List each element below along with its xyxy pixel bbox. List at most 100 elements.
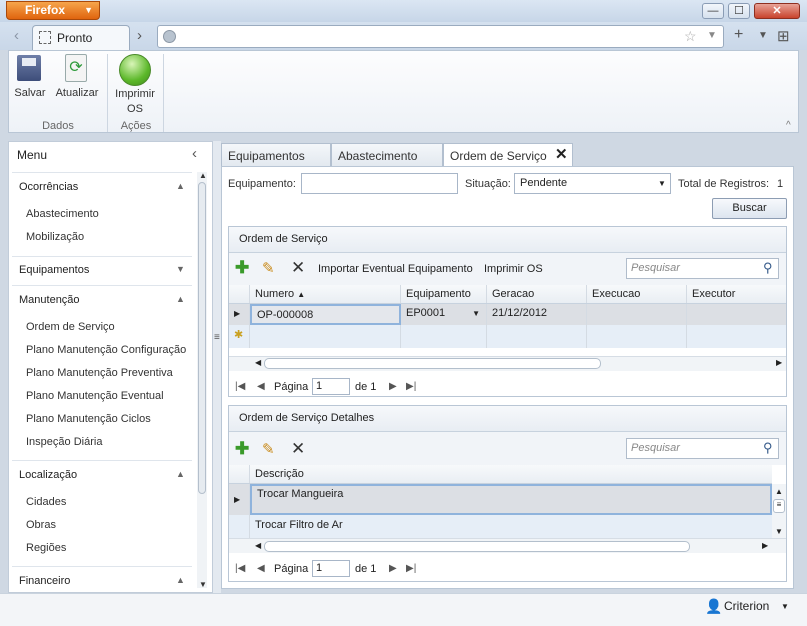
new-row-cell[interactable] (487, 325, 587, 348)
sidebar-item-plano-ciclos[interactable]: Plano Manutenção Ciclos (26, 413, 151, 425)
sidebar-item-mobilizacao[interactable]: Mobilização (26, 231, 84, 243)
next-page-icon[interactable]: ▶ (389, 381, 397, 392)
cell-descricao[interactable]: Trocar Mangueira (250, 484, 772, 515)
cell-equipamento[interactable]: EP0001 ▼ (401, 304, 487, 325)
user-name[interactable]: Criterion (724, 599, 769, 613)
table-row[interactable]: ▶ Trocar Mangueira (229, 484, 772, 515)
cell-executor[interactable] (687, 304, 786, 325)
chevron-up-icon[interactable]: ▲ (176, 181, 185, 191)
tab-abastecimento[interactable]: Abastecimento (331, 143, 443, 167)
situacao-select[interactable]: Pendente (514, 173, 671, 194)
sidebar-scroll-thumb[interactable] (198, 182, 206, 494)
new-row-cell[interactable] (687, 325, 786, 348)
sidebar-section-ocorrencias[interactable]: Ocorrências (19, 181, 78, 193)
scroll-down-icon[interactable]: ▼ (199, 580, 207, 589)
sidebar-item-obras[interactable]: Obras (26, 519, 56, 531)
minimize-button[interactable]: — (702, 3, 724, 19)
sidebar-section-localizacao[interactable]: Localização (19, 469, 77, 481)
os-hscroll-thumb[interactable] (264, 358, 601, 369)
search-icon[interactable]: ⚲ (763, 260, 773, 276)
page-input[interactable]: 1 (312, 378, 350, 395)
tab-equipamentos[interactable]: Equipamentos (221, 143, 331, 167)
new-row-cell[interactable] (401, 325, 487, 348)
prev-page-icon[interactable]: ◀ (257, 563, 265, 574)
col-descricao[interactable]: Descrição (250, 465, 772, 483)
detail-hscroll-thumb[interactable] (264, 541, 690, 552)
bookmark-star-icon[interactable]: ☆ (684, 28, 697, 45)
col-numero[interactable]: Numero ▲ (250, 285, 401, 303)
cell-geracao[interactable]: 21/12/2012 (487, 304, 587, 325)
print-os-toolbar-button[interactable]: Imprimir OS (484, 263, 543, 275)
page-input[interactable]: 1 (312, 560, 350, 577)
print-orb-icon[interactable] (119, 54, 151, 86)
tab-scroll-arrow-icon[interactable]: › (137, 27, 142, 44)
new-tab-plus-icon[interactable]: + (734, 26, 743, 44)
col-executor[interactable]: Executor (687, 285, 786, 303)
new-row-cell[interactable] (250, 325, 401, 348)
search-icon[interactable]: ⚲ (763, 440, 773, 456)
delete-icon[interactable]: ✕ (291, 258, 305, 278)
scroll-up-icon[interactable]: ▲ (199, 171, 207, 180)
add-icon[interactable]: ✚ (235, 258, 249, 278)
tab-ordem-servico[interactable]: Ordem de Serviço (443, 143, 573, 168)
scroll-left-icon[interactable]: ◀ (255, 358, 261, 367)
last-page-icon[interactable]: ▶| (406, 381, 416, 392)
sidebar-item-regioes[interactable]: Regiões (26, 542, 66, 554)
buscar-button[interactable]: Buscar (712, 198, 787, 219)
cell-execucao[interactable] (587, 304, 687, 325)
sidebar-section-financeiro[interactable]: Financeiro (19, 575, 70, 587)
refresh-button[interactable]: Atualizar (54, 87, 100, 99)
import-eventual-button[interactable]: Importar Eventual Equipamento (318, 263, 473, 275)
scroll-down-icon[interactable]: ▼ (775, 527, 783, 536)
first-page-icon[interactable]: |◀ (235, 563, 245, 574)
chevron-down-icon[interactable]: ▼ (472, 309, 480, 318)
close-window-button[interactable]: ✕ (754, 3, 800, 19)
back-arrow-icon[interactable]: ‹ (14, 27, 19, 44)
col-geracao[interactable]: Geracao (487, 285, 587, 303)
panel-splitter[interactable] (213, 141, 221, 593)
add-icon[interactable]: ✚ (235, 439, 249, 459)
detail-vscroll-thumb[interactable]: ≡ (773, 499, 785, 513)
sidebar-item-ordem-servico[interactable]: Ordem de Serviço (26, 321, 115, 333)
cell-descricao[interactable]: Trocar Filtro de Ar (250, 515, 772, 538)
sidebar-section-manutencao[interactable]: Manutenção (19, 294, 80, 306)
first-page-icon[interactable]: |◀ (235, 381, 245, 392)
print-os-button[interactable]: Imprimir OS (111, 87, 159, 117)
sidebar-section-equipamentos[interactable]: Equipamentos (19, 264, 89, 276)
firefox-menu-button[interactable]: Firefox ▼ (6, 1, 100, 20)
edit-pencil-icon[interactable]: ✎ (262, 259, 275, 277)
chevron-down-icon[interactable]: ▼ (176, 264, 185, 274)
chevron-up-icon[interactable]: ▲ (176, 575, 185, 585)
scroll-left-icon[interactable]: ◀ (255, 541, 261, 550)
tab-groups-icon[interactable]: ⊞ (777, 27, 790, 45)
save-button[interactable]: Salvar (12, 87, 48, 99)
table-row[interactable]: Trocar Filtro de Ar (229, 515, 772, 538)
chevron-up-icon[interactable]: ▲ (176, 294, 185, 304)
sidebar-item-plano-preventiva[interactable]: Plano Manutenção Preventiva (26, 367, 173, 379)
col-execucao[interactable]: Execucao (587, 285, 687, 303)
splitter-grip-icon[interactable]: ≡ (214, 332, 220, 343)
sidebar-item-plano-eventual[interactable]: Plano Manutenção Eventual (26, 390, 164, 402)
sidebar-item-plano-configuracao[interactable]: Plano Manutenção Configuração (26, 344, 186, 356)
close-tab-icon[interactable]: ✕ (555, 145, 568, 163)
sidebar-collapse-icon[interactable]: ‹ (192, 145, 197, 162)
cell-numero[interactable]: OP-000008 (250, 304, 401, 325)
url-dropdown-icon[interactable]: ▼ (707, 30, 717, 41)
next-page-icon[interactable]: ▶ (389, 563, 397, 574)
ribbon-collapse-icon[interactable]: ^ (786, 120, 791, 131)
col-equipamento[interactable]: Equipamento (401, 285, 487, 303)
maximize-button[interactable]: ☐ (728, 3, 750, 19)
chevron-down-icon[interactable]: ▼ (658, 179, 666, 188)
prev-page-icon[interactable]: ◀ (257, 381, 265, 392)
os-search-input[interactable]: Pesquisar (626, 258, 779, 279)
url-bar[interactable] (157, 25, 724, 48)
sidebar-item-inspecao-diaria[interactable]: Inspeção Diária (26, 436, 102, 448)
chevron-down-icon[interactable]: ▼ (781, 602, 789, 611)
scroll-right-icon[interactable]: ▶ (762, 541, 768, 550)
save-icon[interactable] (17, 55, 41, 81)
tab-list-icon[interactable]: ▼ (758, 30, 768, 41)
detail-search-input[interactable]: Pesquisar (626, 438, 779, 459)
table-row[interactable]: ▶ OP-000008 EP0001 ▼ 21/12/2012 (229, 304, 786, 325)
sidebar-item-cidades[interactable]: Cidades (26, 496, 66, 508)
edit-pencil-icon[interactable]: ✎ (262, 440, 275, 458)
